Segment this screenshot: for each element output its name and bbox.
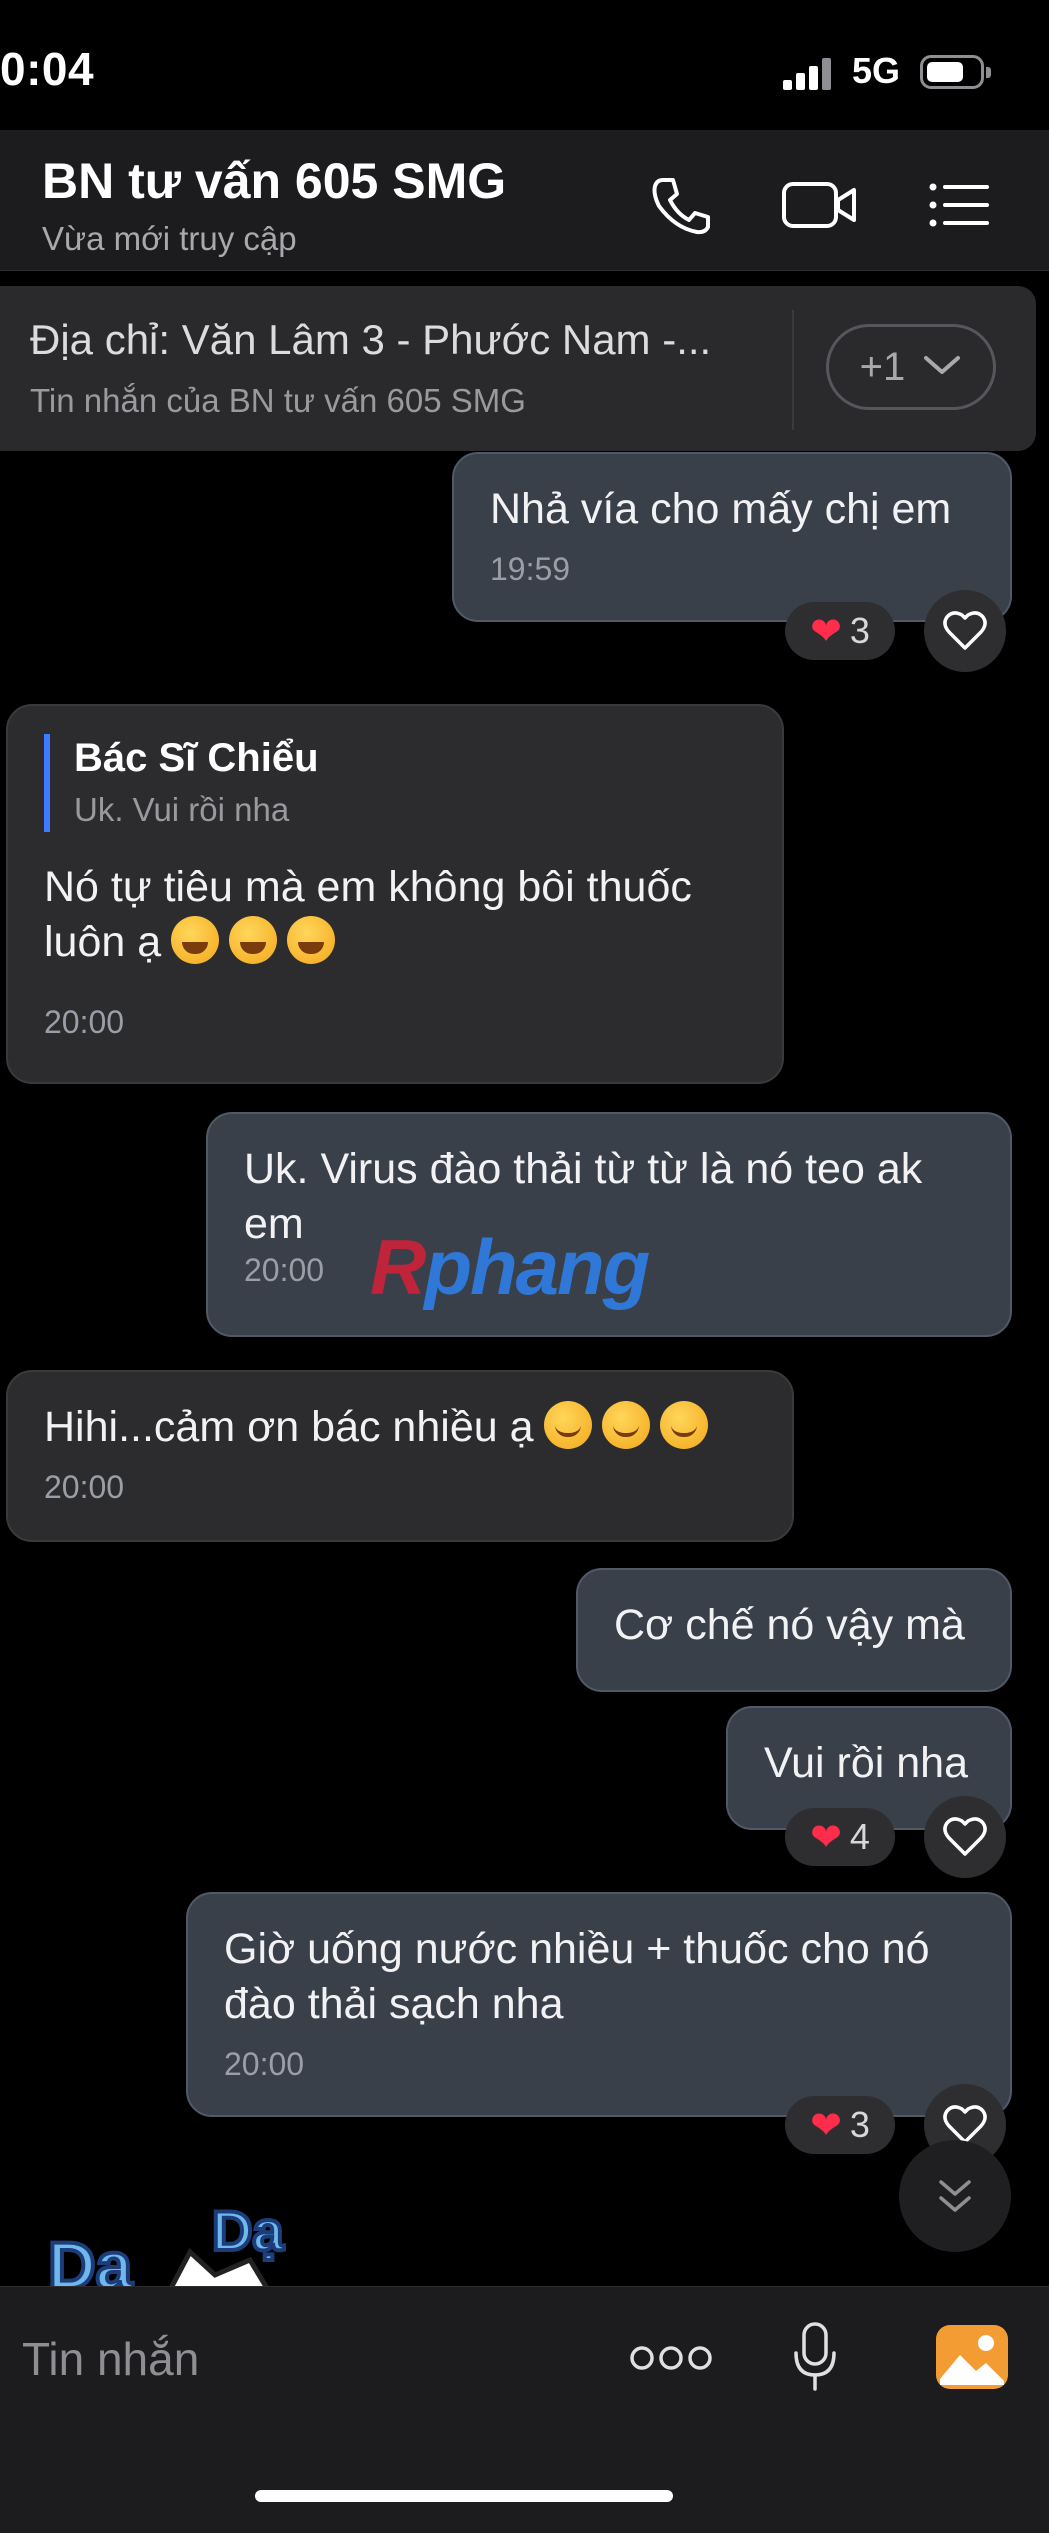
reaction-count[interactable]: ❤ 4 — [785, 1808, 895, 1866]
message-text: Vui rồi nha — [764, 1739, 968, 1787]
reply-text: Uk. Vui rồi nha — [74, 791, 290, 828]
phone-icon[interactable] — [645, 170, 715, 240]
heart-icon: ❤ — [810, 2104, 842, 2147]
scroll-to-bottom-button[interactable] — [899, 2140, 1011, 2252]
heart-icon: ❤ — [810, 1816, 842, 1859]
heart-icon: ❤ — [810, 610, 842, 653]
smile-emoji-icon — [659, 1401, 708, 1449]
message-text: Cơ chế nó vậy mà — [614, 1601, 965, 1649]
pinned-message-text: Địa chỉ: Văn Lâm 3 - Phước Nam -... — [30, 316, 712, 363]
message-text-line: Giờ uống nước nhiều + thuốc cho nó — [224, 1925, 930, 1973]
microphone-icon[interactable] — [790, 2321, 840, 2393]
message-bubble-incoming[interactable]: Hihi...cảm ơn bác nhiều ạ 20:00 — [6, 1370, 794, 1542]
smile-emoji-icon — [601, 1401, 650, 1449]
message-time: 20:00 — [224, 2046, 305, 2082]
list-icon[interactable] — [925, 170, 995, 240]
reaction-count[interactable]: ❤ 3 — [785, 2096, 895, 2154]
message-bubble-outgoing[interactable]: Cơ chế nó vậy mà — [576, 1568, 1012, 1692]
sticker-message[interactable]: Dạ Dạ — [40, 2180, 370, 2290]
message-text-line: Nó tự tiêu mà em không bôi thuốc — [44, 863, 692, 911]
chevron-down-icon — [924, 356, 961, 374]
message-bubble-outgoing[interactable]: Nhả vía cho mấy chị em 19:59 — [452, 452, 1012, 622]
status-time: 0:04 — [0, 43, 95, 95]
battery-icon — [920, 55, 991, 89]
message-text-line: Uk. Virus đào thải từ từ là nó teo ak — [244, 1145, 923, 1193]
sticker-text-2: Dạ — [212, 2199, 284, 2262]
like-button[interactable] — [924, 590, 1006, 672]
like-button[interactable] — [924, 1796, 1006, 1878]
grin-emoji-icon — [229, 916, 278, 964]
message-text-line-2: luôn ạ — [44, 915, 746, 970]
message-text: Nhả vía cho mấy chị em — [490, 485, 952, 533]
message-input[interactable] — [20, 2331, 584, 2387]
grin-emoji-icon — [171, 916, 220, 964]
message-text-line-2: đào thải sạch nha — [224, 1980, 564, 2028]
message-bubble-incoming[interactable]: Bác Sĩ Chiểu Uk. Vui rồi nha Nó tự tiêu … — [6, 704, 784, 1084]
pinned-count: +1 — [859, 345, 906, 389]
message-time: 19:59 — [490, 551, 571, 587]
heart-icon — [943, 611, 987, 650]
message-time: 20:00 — [44, 1004, 125, 1040]
pinned-message-bar[interactable]: Địa chỉ: Văn Lâm 3 - Phước Nam -... Tin … — [0, 286, 1036, 451]
chat-status: Vừa mới truy cập — [42, 220, 297, 257]
message-text: Hihi...cảm ơn bác nhiều ạ — [44, 1400, 756, 1455]
chat-header: BN tư vấn 605 SMG Vừa mới truy cập — [0, 130, 1049, 271]
watermark-logo: Rphang — [370, 1223, 650, 1311]
more-dots-icon[interactable] — [630, 2343, 712, 2373]
pinned-more-button[interactable]: +1 — [826, 324, 996, 410]
message-bubble-outgoing[interactable]: Giờ uống nước nhiều + thuốc cho nó đào t… — [186, 1892, 1012, 2117]
sticker-text: Dạ — [48, 2228, 134, 2290]
reaction-count[interactable]: ❤ 3 — [785, 602, 895, 660]
home-indicator[interactable] — [255, 2490, 673, 2502]
grin-emoji-icon — [287, 916, 336, 964]
image-icon[interactable] — [934, 2323, 1010, 2391]
chat-title[interactable]: BN tư vấn 605 SMG — [42, 152, 506, 210]
reply-sender: Bác Sĩ Chiểu — [74, 736, 319, 780]
signal-icon — [783, 56, 835, 90]
divider — [792, 310, 794, 430]
video-camera-icon[interactable] — [780, 170, 860, 240]
double-chevron-down-icon — [939, 2180, 971, 2212]
smile-emoji-icon — [543, 1401, 592, 1449]
message-time: 20:00 — [44, 1469, 125, 1505]
network-type: 5G — [852, 50, 901, 91]
heart-icon — [943, 1817, 987, 1856]
quoted-reply[interactable]: Bác Sĩ Chiểu Uk. Vui rồi nha — [44, 734, 746, 832]
pinned-message-sender: Tin nhắn của BN tư vấn 605 SMG — [30, 382, 526, 419]
